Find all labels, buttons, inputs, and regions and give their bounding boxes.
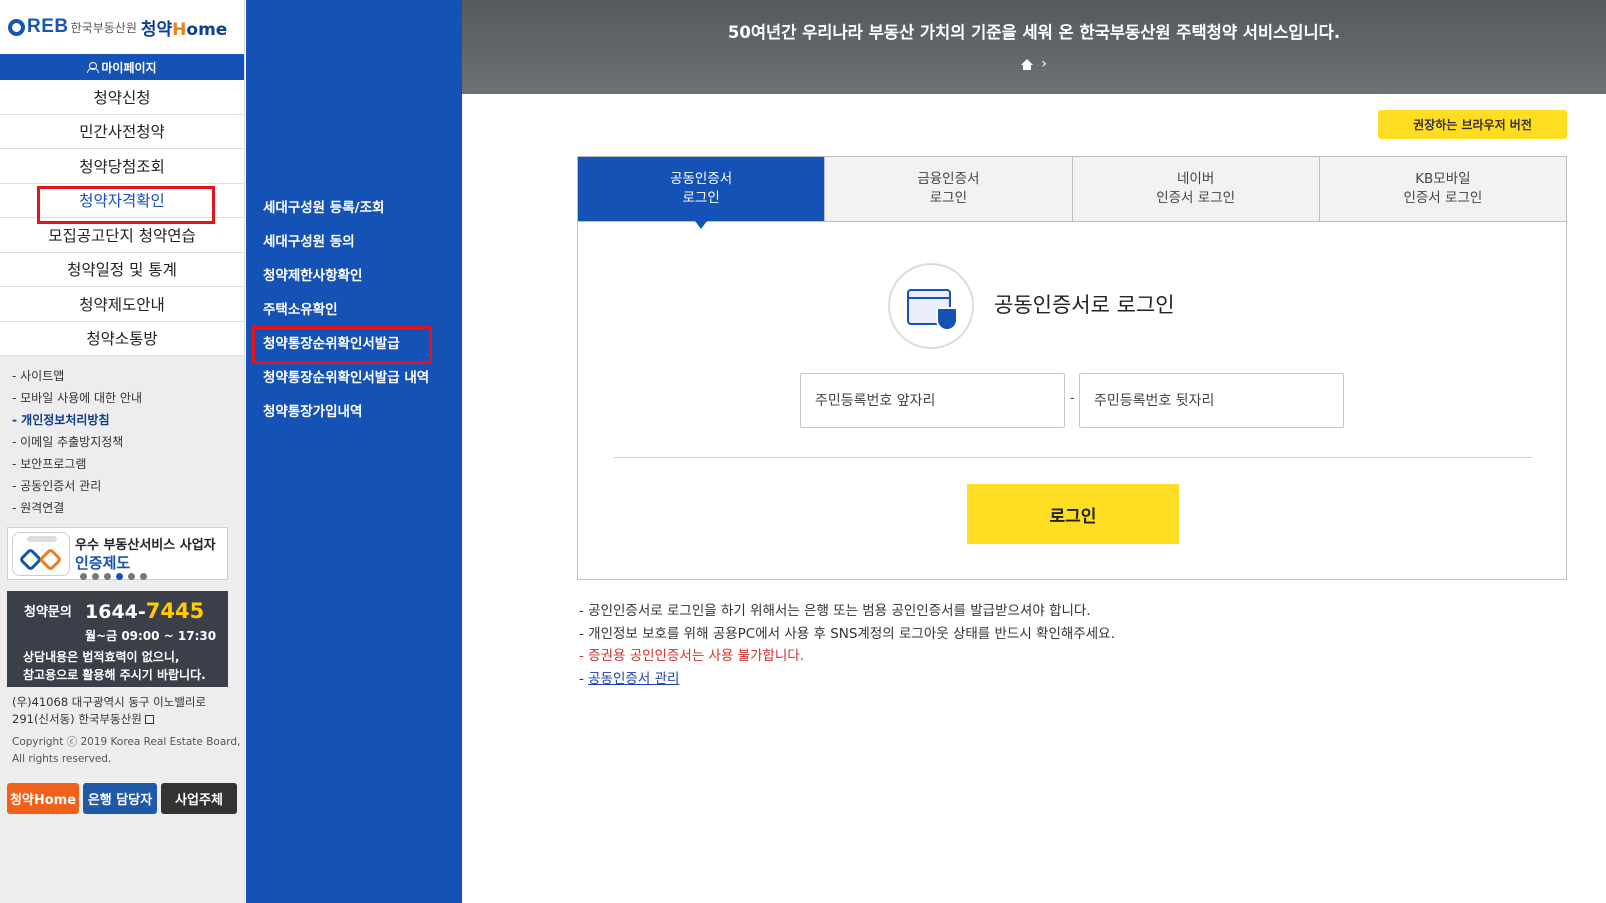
callcenter-box: 청약문의 1644-7445 월~금 09:00 ~ 17:30 상담내용은 법… [7,591,228,687]
submenu-household-register[interactable]: 세대구성원 등록/조회 [246,189,462,223]
business-entity-button[interactable]: 사업주체 [161,783,237,814]
copyright: Copyright ⓒ 2019 Korea Real Estate Board… [12,736,241,765]
logo-org-name: 한국부동산원 [70,20,137,35]
footer-link-cert-manage[interactable]: - 공동인증서 관리 [12,475,244,497]
pager-dot[interactable] [104,573,111,580]
notice-item: - 개인정보 보호를 위해 공용PC에서 사용 후 SNS계정의 로그아웃 상태… [579,625,1115,642]
certification-banner[interactable]: 우수 부동산서비스 사업자 인증제도 [7,527,228,580]
cert-manage-link[interactable]: 공동인증서 관리 [588,671,679,687]
pager-dot-active[interactable] [116,573,123,580]
submenu-rank-certificate-history[interactable]: 청약통장순위확인서발급 내역 [246,359,462,393]
login-title: 공동인증서로 로그인 [994,293,1175,317]
banner-pager[interactable] [80,573,147,580]
certification-emblem-icon [12,532,70,576]
mypage-link[interactable]: 마이페이지 [0,54,244,80]
recommended-browser-button[interactable]: 권장하는 브라우저 버전 [1378,110,1567,139]
footer-link-remote[interactable]: - 원격연결 [12,497,244,519]
hero-tagline: 50여년간 우리나라 부동산 가치의 기준을 세워 온 한국부동산원 주택청약 … [727,23,1341,42]
tab-naver-certificate[interactable]: 네이버 인증서 로그인 [1072,157,1320,221]
callcenter-note: 상담내용은 법적효력이 없으니, 참고용으로 활용해 주시기 바랍니다. [23,650,206,682]
callcenter-hours: 월~금 09:00 ~ 17:30 [85,629,217,643]
site-logo[interactable]: REB 한국부동산원 청약Home [0,0,244,54]
chevron-right-icon: › [1041,56,1047,72]
callcenter-label: 청약문의 [24,605,72,620]
left-sidebar: REB 한국부동산원 청약Home 마이페이지 청약신청 민간사전청약 청약당첨… [0,0,245,903]
submenu-restriction-check[interactable]: 청약제한사항확인 [246,257,462,291]
tab-financial-certificate[interactable]: 금융인증서 로그인 [825,157,1073,221]
nav-item-apply[interactable]: 청약신청 [0,80,244,115]
logo-reb: REB [27,16,69,37]
divider [614,457,1532,458]
footer-link-sitemap[interactable]: - 사이트맵 [12,365,244,387]
pager-dot[interactable] [92,573,99,580]
home-icon[interactable] [1021,58,1034,70]
rrn-back-input[interactable] [1079,373,1344,428]
login-notices: - 공인인증서로 로그인을 하기 위해서는 은행 또는 범용 공인인증서를 발급… [579,600,1115,690]
nav-item-practice[interactable]: 모집공고단지 청약연습 [0,218,244,253]
footer-link-email-policy[interactable]: - 이메일 추출방지정책 [12,431,244,453]
sub-menu: 세대구성원 등록/조회 세대구성원 동의 청약제한사항확인 주택소유확인 청약통… [246,0,462,903]
submenu-household-consent[interactable]: 세대구성원 동의 [246,223,462,257]
submenu-house-ownership[interactable]: 주택소유확인 [246,291,462,325]
login-button[interactable]: 로그인 [967,484,1179,544]
notice-item: - 공동인증서 관리 [579,670,680,687]
nav-item-eligibility-check[interactable]: 청약자격확인 [0,184,244,223]
rrn-front-input[interactable] [800,373,1065,428]
login-panel: 공동인증서로 로그인 - 로그인 [577,221,1567,580]
user-type-buttons: 청약Home 은행 담당자 사업주체 [7,783,237,814]
pager-dot[interactable] [128,573,135,580]
hero-banner: 50여년간 우리나라 부동산 가치의 기준을 세워 온 한국부동산원 주택청약 … [462,0,1606,94]
tab-kb-mobile-certificate[interactable]: KB모바일 인증서 로그인 [1319,157,1566,221]
footer-links: - 사이트맵 - 모바일 사용에 대한 안내 - 개인정보처리방침 - 이메일 … [0,356,244,519]
footer-link-mobile-guide[interactable]: - 모바일 사용에 대한 안내 [12,387,244,409]
certificate-icon [888,263,974,349]
footer-link-privacy[interactable]: - 개인정보처리방침 [12,409,244,431]
submenu-account-history[interactable]: 청약통장가입내역 [246,393,462,427]
external-link-icon[interactable] [145,715,155,724]
banner-line2: 인증제도 [75,554,131,572]
nav-item-schedule-stats[interactable]: 청약일정 및 통계 [0,253,244,287]
nav-item-win-check[interactable]: 청약당첨조회 [0,149,244,184]
main-nav: 청약신청 민간사전청약 청약당첨조회 청약자격확인 모집공고단지 청약연습 청약… [0,80,244,356]
reb-logo-icon [8,18,25,36]
bank-staff-button[interactable]: 은행 담당자 [83,783,157,814]
nav-item-system-guide[interactable]: 청약제도안내 [0,287,244,322]
callcenter-number: 1644-7445 [85,599,205,623]
footer-link-security[interactable]: - 보안프로그램 [12,453,244,475]
breadcrumb: › [462,56,1606,72]
logo-service-name: 청약Home [140,19,228,40]
nav-item-communication[interactable]: 청약소통방 [0,322,244,356]
pager-dot[interactable] [140,573,147,580]
tab-joint-certificate[interactable]: 공동인증서 로그인 [578,157,826,229]
banner-line1: 우수 부동산서비스 사업자 [75,538,216,553]
pager-dot[interactable] [80,573,87,580]
address: (우)41068 대구광역시 동구 이노밸리로 291(신서동) 한국부동산원 [12,695,207,726]
notice-warning: - 증권용 공인인증서는 사용 불가합니다. [579,648,805,664]
nav-item-private-preapply[interactable]: 민간사전청약 [0,115,244,149]
person-icon [87,61,100,73]
notice-item: - 공인인증서로 로그인을 하기 위해서는 은행 또는 범용 공인인증서를 발급… [579,603,1091,619]
main-content: 50여년간 우리나라 부동산 가치의 기준을 세워 온 한국부동산원 주택청약 … [462,0,1606,903]
login-method-tabs: 공동인증서 로그인 금융인증서 로그인 네이버 인증서 로그인 KB모바일 인증서 로그… [577,156,1567,229]
home-user-button[interactable]: 청약Home [7,783,79,814]
mypage-label: 마이페이지 [101,60,157,75]
rrn-separator: - [1070,391,1075,406]
submenu-rank-certificate-issue[interactable]: 청약통장순위확인서발급 [246,325,462,364]
